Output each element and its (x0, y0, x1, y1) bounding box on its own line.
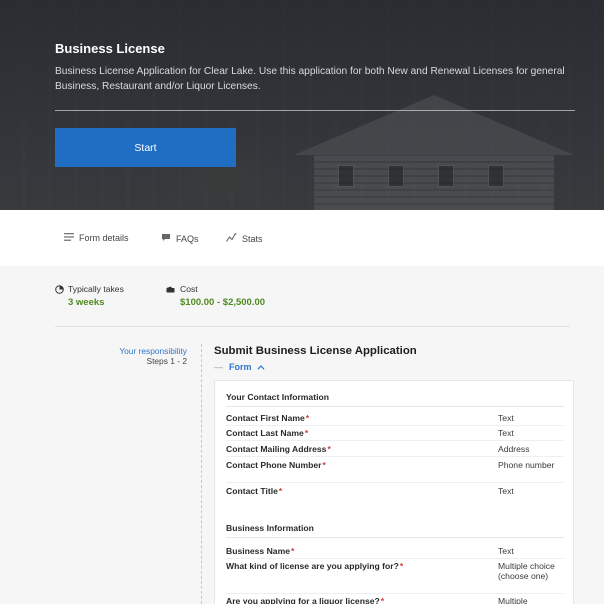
section-divider (226, 537, 564, 538)
responsibility-label: Your responsibility (119, 346, 187, 356)
hero-divider (55, 110, 575, 111)
row-divider (226, 440, 564, 441)
field-name: Are you applying for a liquor license?* (226, 596, 385, 604)
meta-divider (55, 326, 570, 327)
cost-label: Cost (166, 284, 198, 294)
money-icon (166, 286, 175, 293)
field-type: Multiple choice (choose one) (498, 561, 555, 581)
field-name: Business Name* (226, 546, 295, 556)
field-type: Phone number (498, 460, 555, 470)
cost-value: $100.00 - $2,500.00 (180, 297, 266, 308)
tab-label: Form details (79, 233, 129, 243)
step-range: Steps 1 - 2 (146, 356, 187, 366)
chat-bubble-icon (161, 233, 171, 244)
row-divider (226, 456, 564, 457)
sparkle-chart-icon (226, 233, 237, 244)
hero-background-window (338, 165, 354, 187)
row-divider (226, 558, 564, 559)
field-type: Address (498, 444, 530, 454)
hero-background-window (488, 165, 504, 187)
row-divider (226, 482, 564, 483)
field-name: What kind of license are you applying fo… (226, 561, 404, 571)
duration-label: Typically takes (55, 284, 124, 294)
field-name: Contact Mailing Address* (226, 444, 331, 454)
tab-stats[interactable]: Stats (226, 233, 263, 244)
timeline-line (201, 344, 202, 604)
list-icon (64, 233, 74, 243)
hero-banner: Business License Business License Applic… (0, 0, 604, 210)
field-name: Contact Last Name* (226, 428, 309, 438)
section-title: Your Contact Information (226, 392, 329, 402)
tab-label: FAQs (176, 233, 199, 244)
duration-value: 3 weeks (68, 297, 105, 308)
section-divider (226, 406, 564, 407)
hero-background-window (438, 165, 454, 187)
field-name: Contact Title* (226, 486, 283, 496)
hero-background-window (388, 165, 404, 187)
chevron-up-icon (257, 363, 265, 372)
field-name: Contact First Name* (226, 413, 310, 423)
row-divider (226, 425, 564, 426)
tab-bar: Form details FAQs Stats (0, 210, 604, 266)
field-name: Contact Phone Number* (226, 460, 326, 470)
page-description: Business License Application for Clear L… (55, 66, 565, 92)
row-divider (226, 593, 564, 594)
form-toggle[interactable]: — Form (214, 362, 265, 372)
field-type: Multiple (498, 596, 528, 604)
field-type: Text (498, 486, 514, 496)
start-button[interactable]: Start (55, 128, 236, 167)
tab-form-details[interactable]: Form details (64, 233, 129, 243)
step-title: Submit Business License Application (214, 345, 417, 357)
field-type: Text (498, 546, 514, 556)
page-title: Business License (55, 41, 165, 56)
field-type: Text (498, 428, 514, 438)
field-type: Text (498, 413, 514, 423)
tab-faqs[interactable]: FAQs (161, 233, 199, 244)
section-title: Business Information (226, 523, 314, 533)
tab-label: Stats (242, 233, 263, 244)
hero-background-roof (294, 95, 574, 155)
clock-icon (55, 284, 64, 294)
